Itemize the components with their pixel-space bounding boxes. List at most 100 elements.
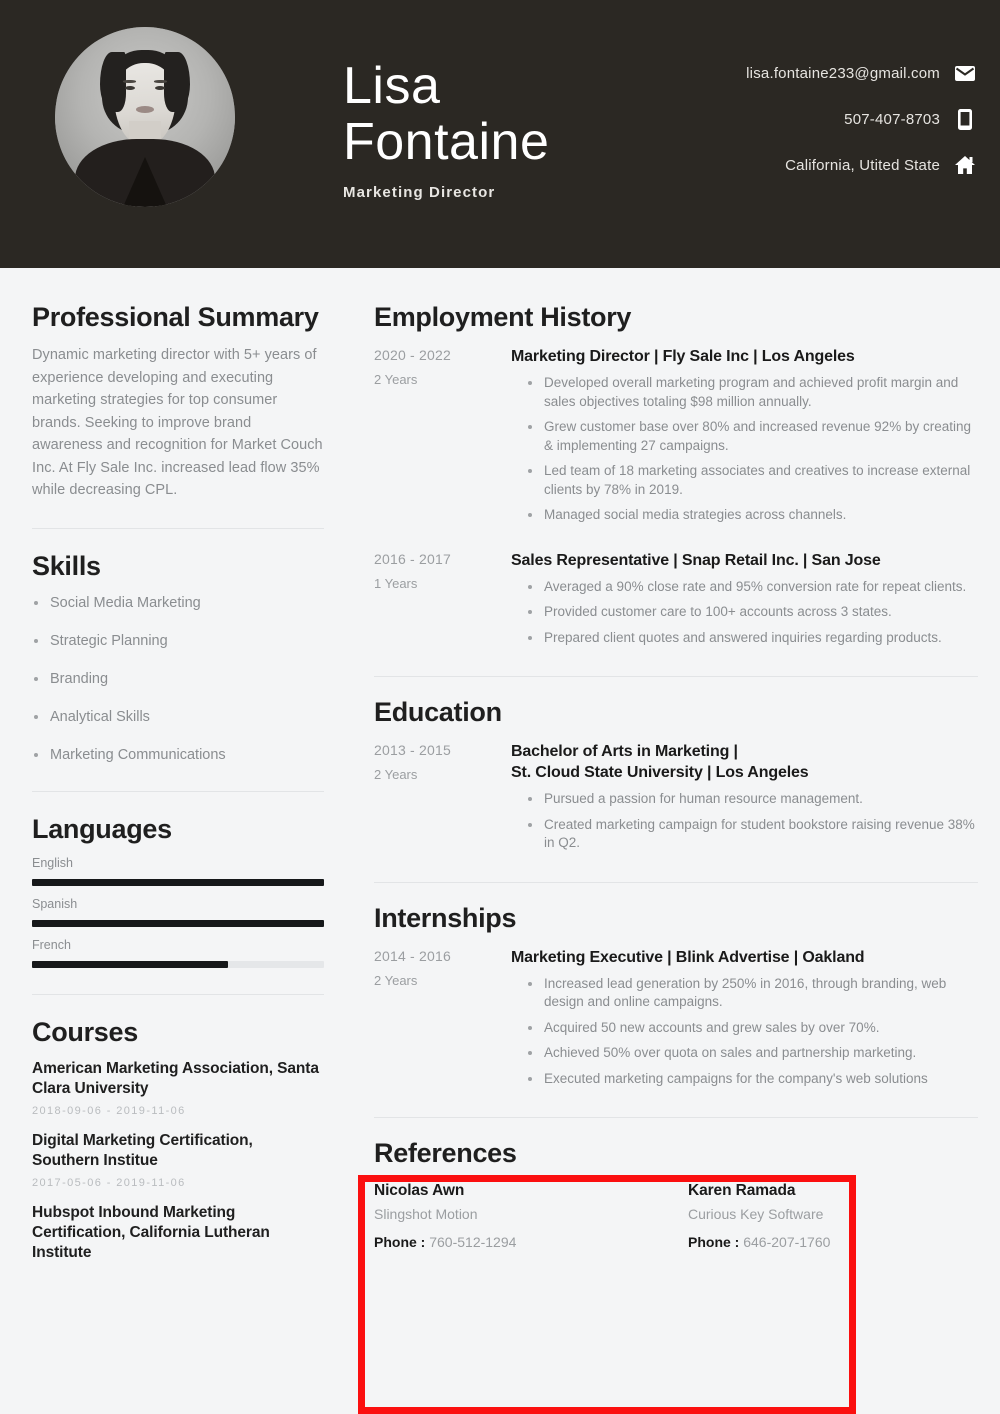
course-date: 2017-05-06 - 2019-11-06 xyxy=(32,1176,186,1189)
language-level-fill xyxy=(32,878,324,886)
language-level-fill xyxy=(32,960,228,968)
employment-entry: 2020 - 2022 2 Years Marketing Director |… xyxy=(374,346,978,532)
bullet-item: Grew customer base over 80% and increase… xyxy=(527,418,978,455)
course-date: 2018-09-06 - 2019-11-06 xyxy=(32,1104,186,1117)
reference-card: Nicolas Awn Slingshot Motion Phone : 760… xyxy=(374,1182,664,1250)
internship-entry: 2014 - 2016 2 Years Marketing Executive … xyxy=(374,947,978,1096)
contact-block: lisa.fontaine233@gmail.com 507-407-8703 xyxy=(746,62,976,176)
bullet-text: Grew customer base over 80% and increase… xyxy=(544,419,971,453)
skill-label: Branding xyxy=(50,670,109,687)
contact-email-text: lisa.fontaine233@gmail.com xyxy=(746,64,940,82)
bullet-item: Achieved 50% over quota on sales and par… xyxy=(527,1044,978,1063)
reference-name: Karen Ramada xyxy=(688,1182,796,1199)
language-item: English xyxy=(32,856,324,886)
entry-duration: 2 Years xyxy=(374,372,418,387)
envelope-icon xyxy=(954,62,976,84)
entry-main: Sales Representative | Snap Retail Inc. … xyxy=(511,550,978,655)
language-item: French xyxy=(32,938,324,968)
course-item: Hubspot Inbound Marketing Certification,… xyxy=(32,1203,324,1263)
entry-dates: 2016 - 2017 1 Years xyxy=(374,550,511,655)
language-level-track xyxy=(32,878,324,886)
section-languages: Languages English Spanish French xyxy=(32,814,324,968)
contact-phone-text: 507-407-8703 xyxy=(844,110,940,128)
contact-location[interactable]: California, Utited State xyxy=(785,154,976,176)
entry-bullets: Averaged a 90% close rate and 95% conver… xyxy=(511,578,978,648)
resume-page: Lisa Fontaine Marketing Director lisa.fo… xyxy=(0,0,1000,1414)
reference-phone-label: Phone : xyxy=(374,1234,426,1250)
skills-list: Social Media Marketing Strategic Plannin… xyxy=(32,593,324,765)
entry-dates: 2014 - 2016 2 Years xyxy=(374,947,511,1096)
entry-date-range: 2014 - 2016 xyxy=(374,947,451,964)
divider xyxy=(32,790,324,792)
bullet-item: Pursued a passion for human resource man… xyxy=(527,790,978,809)
entry-dates: 2020 - 2022 2 Years xyxy=(374,346,511,532)
skill-label: Strategic Planning xyxy=(50,632,168,649)
divider xyxy=(374,881,978,883)
language-label: Spanish xyxy=(32,896,78,911)
entry-bullets: Increased lead generation by 250% in 201… xyxy=(511,975,978,1089)
bullet-text: Achieved 50% over quota on sales and par… xyxy=(544,1045,917,1060)
course-item: Digital Marketing Certification, Souther… xyxy=(32,1131,324,1189)
references-grid: Nicolas Awn Slingshot Motion Phone : 760… xyxy=(374,1182,978,1250)
course-name: Hubspot Inbound Marketing Certification,… xyxy=(32,1203,270,1261)
entry-date-range: 2020 - 2022 xyxy=(374,347,451,363)
avatar xyxy=(55,27,235,207)
section-courses: Courses American Marketing Association, … xyxy=(32,1017,324,1263)
divider xyxy=(374,1117,978,1118)
language-label: English xyxy=(32,855,73,870)
bullet-item: Led team of 18 marketing associates and … xyxy=(527,462,978,499)
language-level-track xyxy=(32,960,324,968)
section-skills: Skills Social Media Marketing Strategic … xyxy=(32,551,324,765)
bullet-item: Provided customer care to 100+ accounts … xyxy=(527,603,978,622)
bullet-text: Averaged a 90% close rate and 95% conver… xyxy=(544,578,967,594)
skill-item: Analytical Skills xyxy=(32,707,324,727)
language-label: French xyxy=(32,937,71,952)
language-level-fill xyxy=(32,919,324,927)
bullet-text: Created marketing campaign for student b… xyxy=(544,816,975,851)
employment-history-heading: Employment History xyxy=(374,302,632,332)
portrait-photo xyxy=(55,27,235,207)
last-name: Fontaine xyxy=(343,113,550,171)
bullet-text: Acquired 50 new accounts and grew sales … xyxy=(544,1019,880,1035)
languages-heading: Languages xyxy=(32,813,172,844)
resume-header: Lisa Fontaine Marketing Director lisa.fo… xyxy=(0,0,1000,268)
skill-label: Marketing Communications xyxy=(50,746,226,763)
education-entry: 2013 - 2015 2 Years Bachelor of Arts in … xyxy=(374,741,978,860)
entry-date-range: 2013 - 2015 xyxy=(374,742,451,758)
bullet-item: Averaged a 90% close rate and 95% conver… xyxy=(527,578,978,597)
skill-label: Social Media Marketing xyxy=(50,594,201,611)
course-item: American Marketing Association, Santa Cl… xyxy=(32,1059,324,1117)
bullet-item: Acquired 50 new accounts and grew sales … xyxy=(527,1019,978,1038)
education-heading: Education xyxy=(374,697,502,727)
left-column: Professional Summary Dynamic marketing d… xyxy=(0,268,352,1277)
skill-label: Analytical Skills xyxy=(50,708,150,725)
language-level-track xyxy=(32,919,324,927)
entry-date-range: 2016 - 2017 xyxy=(374,550,451,567)
section-education: Education 2013 - 2015 2 Years Bachelor o… xyxy=(374,697,978,860)
mobile-phone-icon xyxy=(954,108,976,130)
bullet-text: Executed marketing campaigns for the com… xyxy=(544,1070,928,1086)
reference-phone-number: 646-207-1760 xyxy=(743,1234,831,1250)
course-name: American Marketing Association, Santa Cl… xyxy=(32,1059,319,1097)
divider xyxy=(32,993,324,995)
reference-card: Karen Ramada Curious Key Software Phone … xyxy=(688,1182,978,1250)
first-name: Lisa xyxy=(343,57,441,115)
entry-title: Marketing Director | Fly Sale Inc | Los … xyxy=(511,348,855,365)
bullet-item: Executed marketing campaigns for the com… xyxy=(527,1070,978,1089)
section-professional-summary: Professional Summary Dynamic marketing d… xyxy=(32,302,324,502)
skills-heading: Skills xyxy=(32,550,101,581)
references-heading: References xyxy=(374,1138,517,1168)
bullet-text: Managed social media strategies across c… xyxy=(544,507,847,522)
bullet-item: Increased lead generation by 250% in 201… xyxy=(527,975,978,1012)
contact-email[interactable]: lisa.fontaine233@gmail.com xyxy=(746,62,976,84)
entry-title: Bachelor of Arts in Marketing | St. Clou… xyxy=(511,743,809,781)
entry-title: Marketing Executive | Blink Advertise | … xyxy=(511,948,865,966)
entry-dates: 2013 - 2015 2 Years xyxy=(374,741,511,860)
bullet-text: Pursued a passion for human resource man… xyxy=(544,791,863,806)
course-name: Digital Marketing Certification, Souther… xyxy=(32,1131,253,1169)
entry-main: Marketing Director | Fly Sale Inc | Los … xyxy=(511,346,978,532)
contact-phone[interactable]: 507-407-8703 xyxy=(844,108,976,130)
reference-name: Nicolas Awn xyxy=(374,1182,465,1199)
entry-main: Marketing Executive | Blink Advertise | … xyxy=(511,947,978,1096)
bullet-text: Increased lead generation by 250% in 201… xyxy=(544,975,947,1010)
